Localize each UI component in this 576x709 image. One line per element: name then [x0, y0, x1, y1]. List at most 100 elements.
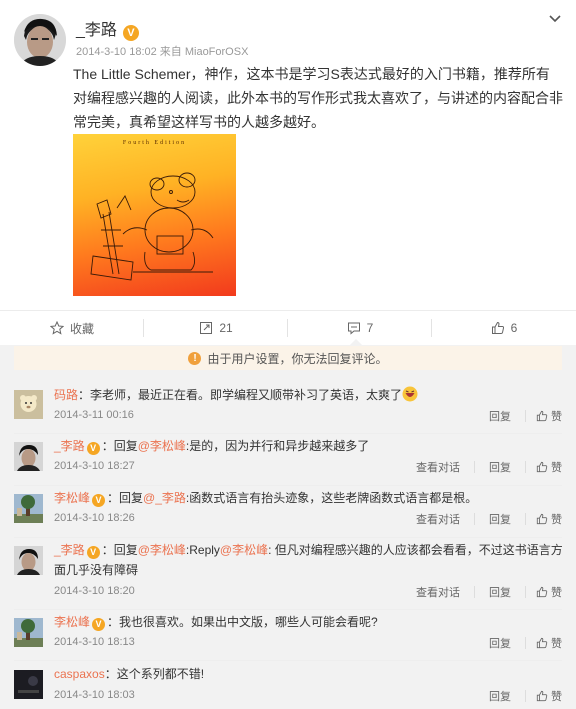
- comment-like-button[interactable]: 赞: [536, 459, 562, 475]
- divider: [525, 586, 526, 598]
- like-label: 赞: [551, 411, 562, 423]
- like-label: 赞: [551, 638, 562, 650]
- comment-like-button[interactable]: 赞: [536, 635, 562, 651]
- reply-prefix: 回复: [119, 491, 144, 505]
- comment-actions: 回复 赞: [475, 688, 562, 704]
- verified-icon: V: [86, 442, 100, 455]
- like-label: 赞: [551, 514, 562, 526]
- commenter-avatar[interactable]: [14, 494, 43, 523]
- divider: [525, 461, 526, 473]
- commenter-avatar[interactable]: [14, 618, 43, 647]
- thumbs-up-icon: [536, 637, 548, 649]
- comment-item: caspaxos：这个系列都不错! 2014-3-10 18:03 回复 赞: [0, 662, 576, 709]
- thumbs-up-icon: [536, 410, 548, 422]
- comment-item: 码路：李老师，最近正在看。即学编程又顺带补习了英语，太爽了 2014-3-11 …: [0, 383, 576, 433]
- comment-item: _李路 V ：回复@李松峰:Reply@李松峰: 但凡对编程感兴趣的人应该都会看看，…: [0, 538, 576, 610]
- mention-link[interactable]: @李松峰: [138, 439, 186, 453]
- reply-button[interactable]: 回复: [489, 511, 511, 527]
- post-meta: 2014-3-10 18:02 来自 MiaoForOSX: [76, 46, 249, 58]
- divider: [525, 513, 526, 525]
- commenter-avatar[interactable]: [14, 670, 43, 699]
- separator: ：: [107, 615, 120, 629]
- favorite-button[interactable]: 收藏: [0, 311, 144, 345]
- cover-title: Fourth Edition: [122, 140, 187, 146]
- reply-button[interactable]: 回复: [489, 408, 511, 424]
- thumbs-up-icon: [536, 690, 548, 702]
- comment-icon: [347, 322, 360, 335]
- comment-like-button[interactable]: 赞: [536, 511, 562, 527]
- reply-prefix: 回复: [113, 543, 138, 557]
- commenter-name[interactable]: 李松峰: [54, 491, 90, 505]
- separator: ：: [78, 388, 91, 402]
- repost-button[interactable]: 21: [144, 311, 288, 345]
- commenter-name[interactable]: caspaxos: [54, 667, 105, 681]
- commenter-name[interactable]: 码路: [54, 388, 78, 402]
- commenter-name[interactable]: _李路: [54, 439, 85, 453]
- repost-count: 21: [219, 321, 233, 335]
- like-label: 赞: [551, 587, 562, 599]
- comment-actions: 查看对话 回复 赞: [402, 511, 562, 527]
- commenter-name[interactable]: _李路: [54, 543, 85, 557]
- like-button[interactable]: 6: [432, 311, 576, 345]
- separator: ：: [101, 439, 114, 453]
- divider: [474, 461, 475, 473]
- reply-button[interactable]: 回复: [489, 584, 511, 600]
- divider: [14, 660, 562, 661]
- commenter-avatar[interactable]: [14, 442, 43, 471]
- comment-text: 李老师，最近正在看。即学编程又顺带补习了英语，太爽了: [90, 388, 403, 402]
- comment-text: :函数式语言有抬头迹象，这些老牌函数式语言都是根。: [185, 491, 478, 505]
- like-count: 6: [510, 321, 518, 335]
- notice-text: 由于用户设置，你无法回复评论。: [207, 351, 388, 366]
- mention-link[interactable]: @_李路: [143, 491, 186, 505]
- comment-actions: 查看对话 回复 赞: [402, 459, 562, 475]
- comment-text-line: 码路：李老师，最近正在看。即学编程又顺带补习了英语，太爽了: [54, 385, 564, 405]
- thumbs-up-icon: [536, 586, 548, 598]
- divider: [525, 637, 526, 649]
- divider: [525, 410, 526, 422]
- pointer-arrow: [350, 339, 362, 345]
- comment-text-line: _李路 V ：回复@李松峰:Reply@李松峰: 但凡对编程感兴趣的人应该都会看看，…: [54, 540, 564, 580]
- view-conversation-button[interactable]: 查看对话: [416, 511, 460, 527]
- reply-prefix: :Reply: [185, 543, 220, 557]
- author-name-text[interactable]: _李路: [76, 22, 117, 39]
- verified-icon: V: [122, 25, 139, 41]
- post: _李路 V 2014-3-10 18:02 来自 MiaoForOSX The L…: [0, 0, 576, 310]
- comment-text-line: 李松峰 V ：回复@_李路:函数式语言有抬头迹象，这些老牌函数式语言都是根。: [54, 488, 564, 508]
- comment-like-button[interactable]: 赞: [536, 584, 562, 600]
- reply-button[interactable]: 回复: [489, 635, 511, 651]
- book-cover-image[interactable]: Fourth Edition: [73, 134, 236, 296]
- divider: [474, 586, 475, 598]
- comment-like-button[interactable]: 赞: [536, 688, 562, 704]
- like-label: 赞: [551, 462, 562, 474]
- chevron-down-icon[interactable]: [548, 12, 562, 26]
- comment-time: 2014-3-10 18:13: [54, 636, 135, 648]
- comment-like-button[interactable]: 赞: [536, 408, 562, 424]
- author-name[interactable]: _李路 V: [76, 16, 139, 41]
- comment-text: 我也很喜欢。如果出中文版，哪些人可能会看呢?: [119, 615, 378, 629]
- comment-time: 2014-3-10 18:03: [54, 689, 135, 701]
- comment-text-line: caspaxos：这个系列都不错!: [54, 664, 564, 684]
- mention-link[interactable]: @李松峰: [220, 543, 268, 557]
- mention-link[interactable]: @李松峰: [138, 543, 186, 557]
- comment-item: 李松峰 V ：我也很喜欢。如果出中文版，哪些人可能会看呢? 2014-3-10 18…: [0, 610, 576, 660]
- view-conversation-button[interactable]: 查看对话: [416, 459, 460, 475]
- view-conversation-button[interactable]: 查看对话: [416, 584, 460, 600]
- comment-text: :是的，因为并行和异步越来越多了: [185, 439, 370, 453]
- comment-time: 2014-3-10 18:20: [54, 585, 135, 597]
- thumbs-up-icon: [536, 461, 548, 473]
- commenter-name[interactable]: 李松峰: [54, 615, 90, 629]
- commenter-avatar[interactable]: [14, 546, 43, 575]
- divider: [474, 513, 475, 525]
- reply-button[interactable]: 回复: [489, 459, 511, 475]
- like-label: 赞: [551, 691, 562, 703]
- post-action-bar: 收藏 21 7 6: [0, 310, 576, 344]
- verified-icon: V: [92, 618, 106, 631]
- comment-text: 这个系列都不错!: [116, 667, 205, 681]
- laughing-emoji-icon: [402, 386, 418, 402]
- reply-button[interactable]: 回复: [489, 688, 511, 704]
- comment-item: _李路 V ：回复@李松峰:是的，因为并行和异步越来越多了 2014-3-10 18…: [0, 434, 576, 486]
- commenter-avatar[interactable]: [14, 390, 43, 419]
- comment-time: 2014-3-10 18:26: [54, 512, 135, 524]
- favorite-label: 收藏: [69, 321, 94, 336]
- author-avatar[interactable]: [14, 14, 66, 66]
